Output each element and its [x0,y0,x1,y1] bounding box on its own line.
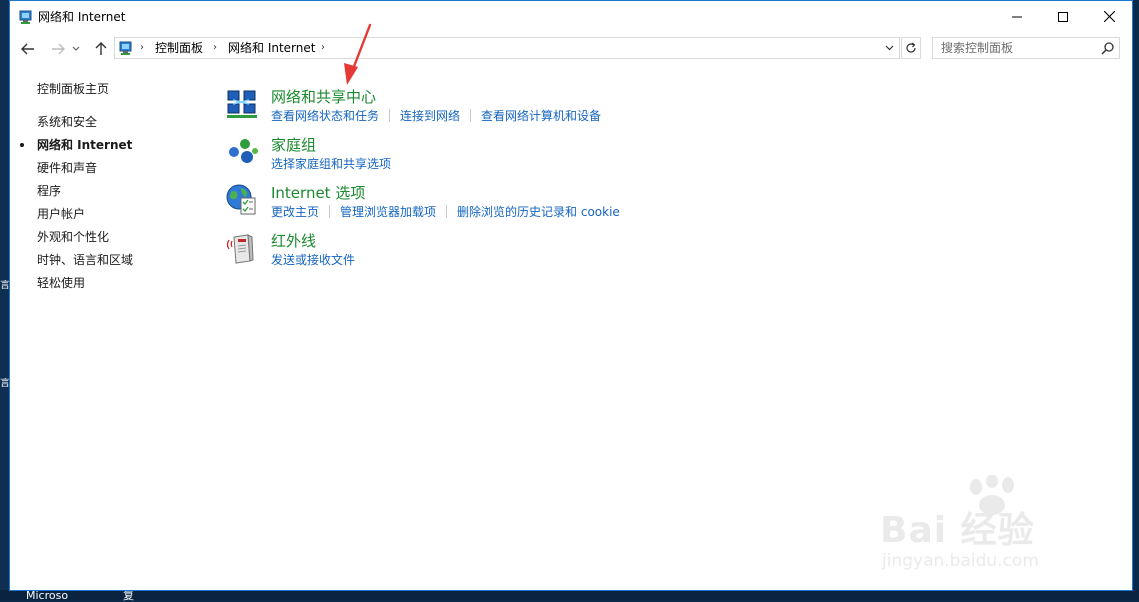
desktop-edge-text: 言 [0,280,9,291]
window-title: 网络和 Internet [38,10,126,24]
manage-addons-link[interactable]: 管理浏览器加载项 [340,205,436,219]
baidu-watermark: Bai 经验 jingyan.baidu.com [880,471,1100,581]
control-panel-window: 网络和 Internet › 控制面板 › 网络和 Internet › 搜索控… [9,0,1133,591]
desktop-edge-text: 言 [0,378,9,389]
sidebar-item-clock-language-region[interactable]: 时钟、语言和区域 [37,252,133,268]
view-network-status-link[interactable]: 查看网络状态和任务 [271,109,379,123]
title-bar[interactable]: 网络和 Internet [10,1,1132,32]
link-divider [446,205,448,218]
back-button[interactable] [18,39,38,59]
connect-to-network-link[interactable]: 连接到网络 [400,109,460,123]
navigation-bar: › 控制面板 › 网络和 Internet › [10,35,1132,63]
maximize-button[interactable] [1040,1,1086,32]
internet-options-tasks: 更改主页 管理浏览器加载项 删除浏览的历史记录和 cookie [271,204,620,220]
forward-button[interactable] [48,39,68,59]
taskbar [0,590,1139,600]
address-bar[interactable]: › 控制面板 › 网络和 Internet › [114,37,900,59]
address-dropdown-button[interactable] [881,40,897,56]
up-button[interactable] [91,39,111,59]
current-page-bullet [20,143,24,147]
arrow-up-icon [95,42,107,55]
sidebar-item-programs[interactable]: 程序 [37,183,61,199]
send-receive-files-link[interactable]: 发送或接收文件 [271,253,355,267]
breadcrumb-control-panel[interactable]: 控制面板 [155,41,203,55]
maximize-icon [1058,11,1068,22]
desktop-background [0,0,9,600]
homegroup-sharing-options-link[interactable]: 选择家庭组和共享选项 [271,157,391,171]
minimize-icon [1012,16,1022,17]
control-panel-icon [19,10,32,24]
homegroup-link[interactable]: 家庭组 [271,135,316,155]
arrow-left-icon [21,43,34,55]
watermark-brand: Bai 经验 [880,510,1035,551]
watermark-url: jingyan.baidu.com [882,551,1039,571]
breadcrumb-separator-icon: › [213,42,217,53]
sidebar-item-network-internet[interactable]: 网络和 Internet [20,137,133,153]
link-divider [389,109,391,122]
taskbar-item[interactable]: Microso [26,590,68,602]
minimize-button[interactable] [994,1,1040,32]
view-network-computers-link[interactable]: 查看网络计算机和设备 [481,109,601,123]
link-divider [329,205,331,218]
sidebar-item-control-panel-home[interactable]: 控制面板主页 [37,81,109,97]
search-box[interactable] [932,37,1120,59]
sidebar-item-hardware-sound[interactable]: 硬件和声音 [37,160,97,176]
sidebar-item-appearance[interactable]: 外观和个性化 [37,229,109,245]
sidebar-item-user-accounts[interactable]: 用户帐户 [37,206,85,222]
breadcrumb-separator-icon: › [140,42,144,53]
breadcrumb-network-internet[interactable]: 网络和 Internet [228,41,315,55]
breadcrumb-separator-icon[interactable]: › [321,41,325,55]
refresh-icon [906,42,916,53]
network-sharing-center-tasks: 查看网络状态和任务 连接到网络 查看网络计算机和设备 [271,108,601,124]
infrared-link[interactable]: 红外线 [271,231,316,251]
sidebar-item-system-security[interactable]: 系统和安全 [37,114,97,130]
internet-options-link[interactable]: Internet 选项 [271,183,365,203]
arrow-right-icon [52,43,65,55]
homegroup-icon[interactable] [225,135,259,169]
close-button[interactable] [1086,1,1132,32]
delete-browsing-history-link[interactable]: 删除浏览的历史记录和 cookie [457,205,620,219]
homegroup-tasks: 选择家庭组和共享选项 [271,156,391,172]
refresh-button[interactable] [901,37,921,59]
chevron-down-icon [72,46,80,51]
chevron-down-icon [885,45,893,51]
infrared-tasks: 发送或接收文件 [271,252,355,268]
network-sharing-center-icon[interactable] [225,87,259,121]
network-sharing-center-link[interactable]: 网络和共享中心 [271,87,376,107]
taskbar-item[interactable]: 复 [123,590,134,602]
close-icon [1103,11,1115,22]
internet-options-icon[interactable] [225,183,259,217]
search-icon[interactable] [1101,41,1115,55]
search-input[interactable] [933,38,1101,58]
infrared-icon[interactable] [225,231,259,265]
change-homepage-link[interactable]: 更改主页 [271,205,319,219]
sidebar-item-label: 网络和 Internet [37,138,133,152]
sidebar-item-ease-of-access[interactable]: 轻松使用 [37,275,85,291]
recent-locations-button[interactable] [70,39,82,59]
control-panel-icon [119,41,132,55]
link-divider [470,109,472,122]
